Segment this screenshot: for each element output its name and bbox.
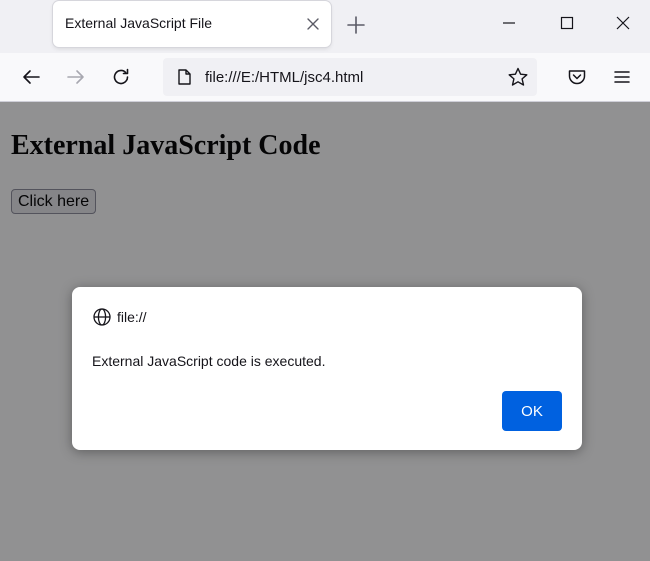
reload-icon[interactable]: [110, 66, 132, 88]
tab-strip: External JavaScript File: [0, 0, 650, 53]
tab-title: External JavaScript File: [65, 15, 213, 31]
url-text[interactable]: file:///E:/HTML/jsc4.html: [205, 69, 363, 86]
maximize-icon[interactable]: [558, 14, 576, 32]
minimize-icon[interactable]: [500, 14, 518, 32]
ok-button[interactable]: OK: [502, 391, 562, 431]
tab-active[interactable]: External JavaScript File: [53, 1, 331, 47]
pocket-icon[interactable]: [566, 66, 588, 88]
arrow-left-icon[interactable]: [20, 66, 42, 88]
page-icon[interactable]: [175, 68, 193, 86]
star-icon[interactable]: [507, 66, 529, 88]
hamburger-menu-icon[interactable]: [611, 66, 633, 88]
url-bar[interactable]: file:///E:/HTML/jsc4.html: [163, 58, 537, 96]
arrow-right-icon[interactable]: [65, 66, 87, 88]
globe-icon: [93, 308, 111, 326]
close-window-icon[interactable]: [614, 14, 632, 32]
close-icon[interactable]: [305, 16, 321, 32]
dialog-message: External JavaScript code is executed.: [92, 353, 326, 369]
nav-toolbar: file:///E:/HTML/jsc4.html: [0, 53, 650, 102]
plus-icon[interactable]: [346, 15, 366, 35]
alert-dialog: file:// External JavaScript code is exec…: [72, 287, 582, 450]
dialog-origin: file://: [117, 309, 147, 325]
